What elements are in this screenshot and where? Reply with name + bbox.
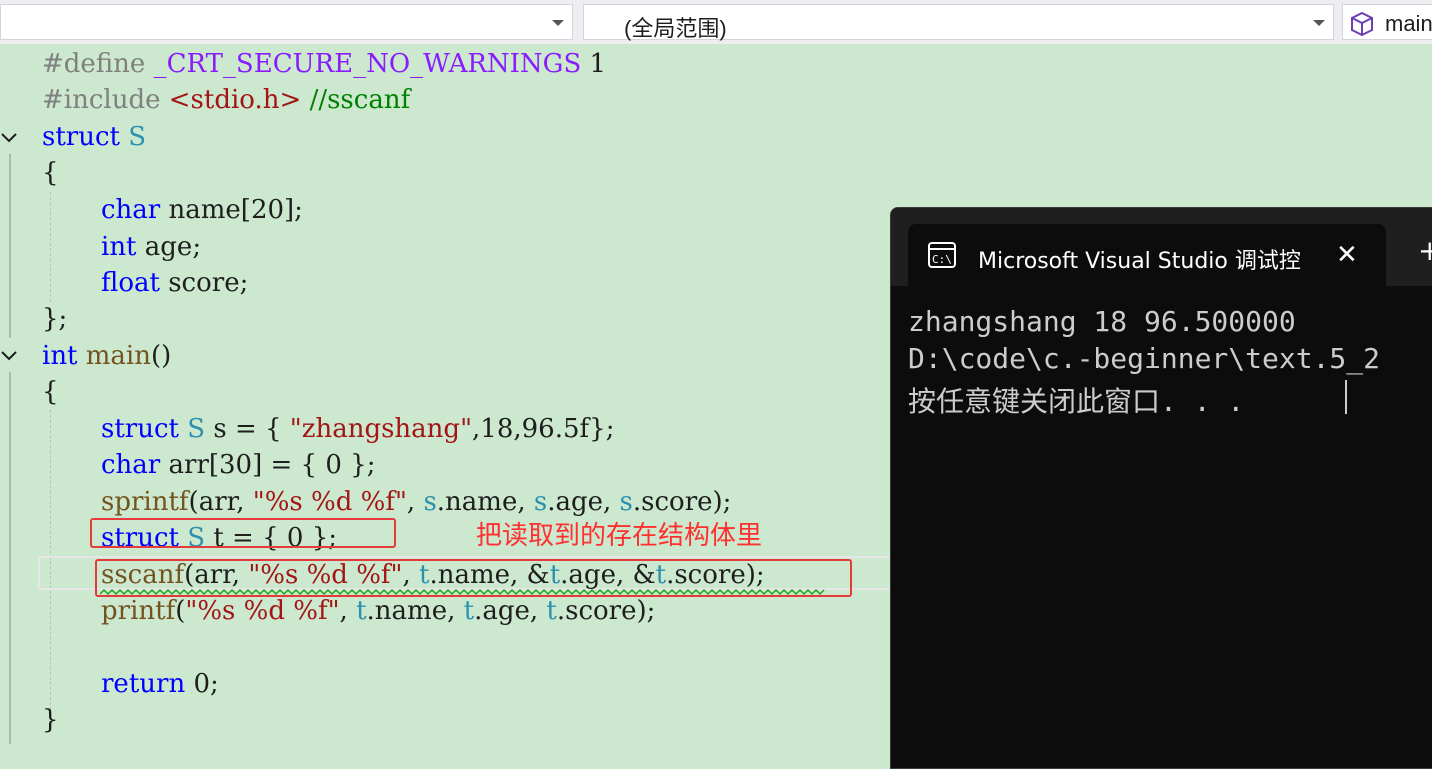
cube-icon bbox=[1351, 11, 1373, 37]
member-dropdown-value: main bbox=[1385, 11, 1432, 36]
svg-text:C:\: C:\ bbox=[932, 253, 952, 266]
code-line: char arr[30] = { 0 }; bbox=[101, 450, 376, 480]
code-line: #include <stdio.h> //sscanf bbox=[42, 85, 411, 115]
terminal-tab[interactable]: C:\ Microsoft Visual Studio 调试控 ✕ bbox=[908, 224, 1386, 286]
code-line: int main() bbox=[42, 341, 172, 371]
terminal-cursor bbox=[1345, 380, 1347, 414]
code-line: float score; bbox=[101, 268, 249, 298]
member-dropdown[interactable]: main bbox=[1342, 4, 1432, 40]
code-line: } bbox=[42, 705, 59, 735]
code-line: }; bbox=[42, 304, 68, 334]
navigation-bar: (全局范围) main bbox=[0, 0, 1432, 44]
chevron-down-icon bbox=[1313, 20, 1325, 26]
terminal-output-line: zhangshang 18 96.500000 bbox=[908, 305, 1296, 338]
fold-region-bar bbox=[9, 154, 11, 338]
scope-dropdown[interactable]: (全局范围) bbox=[583, 4, 1334, 41]
project-dropdown[interactable] bbox=[0, 4, 573, 40]
scope-dropdown-value: (全局范围) bbox=[624, 16, 727, 41]
debug-console-window[interactable]: C:\ Microsoft Visual Studio 调试控 ✕ + zhan… bbox=[890, 207, 1432, 769]
code-line: printf("%s %d %f", t.name, t.age, t.scor… bbox=[101, 596, 656, 626]
chevron-down-icon bbox=[552, 20, 564, 26]
code-line: char name[20]; bbox=[101, 195, 303, 225]
code-line: { bbox=[42, 158, 59, 188]
terminal-output-line: D:\code\c.-beginner\text.5_2 bbox=[908, 342, 1381, 375]
code-line: return 0; bbox=[101, 669, 219, 699]
terminal-titlebar: C:\ Microsoft Visual Studio 调试控 ✕ + bbox=[891, 208, 1432, 286]
indent-guide bbox=[50, 192, 51, 302]
code-line: int age; bbox=[101, 232, 202, 262]
annotation-text: 把读取到的存在结构体里 bbox=[476, 521, 763, 551]
highlight-box-sscanf bbox=[95, 559, 852, 597]
new-tab-icon[interactable]: + bbox=[1418, 234, 1432, 267]
terminal-output-line: 按任意键关闭此窗口. . . bbox=[908, 385, 1245, 418]
code-line: #define _CRT_SECURE_NO_WARNINGS 1 bbox=[42, 49, 607, 79]
terminal-tab-title: Microsoft Visual Studio 调试控 bbox=[978, 249, 1301, 274]
console-icon: C:\ bbox=[928, 242, 956, 268]
close-icon[interactable]: ✕ bbox=[1336, 240, 1358, 270]
fold-region-bar bbox=[9, 372, 11, 744]
collapse-chevron-icon[interactable] bbox=[0, 346, 18, 364]
code-line: struct S s = { "zhangshang",18,96.5f}; bbox=[101, 414, 615, 444]
code-line: struct S bbox=[42, 122, 147, 152]
collapse-chevron-icon[interactable] bbox=[0, 128, 18, 146]
highlight-box-struct-t bbox=[90, 518, 396, 548]
code-line: { bbox=[42, 377, 59, 407]
